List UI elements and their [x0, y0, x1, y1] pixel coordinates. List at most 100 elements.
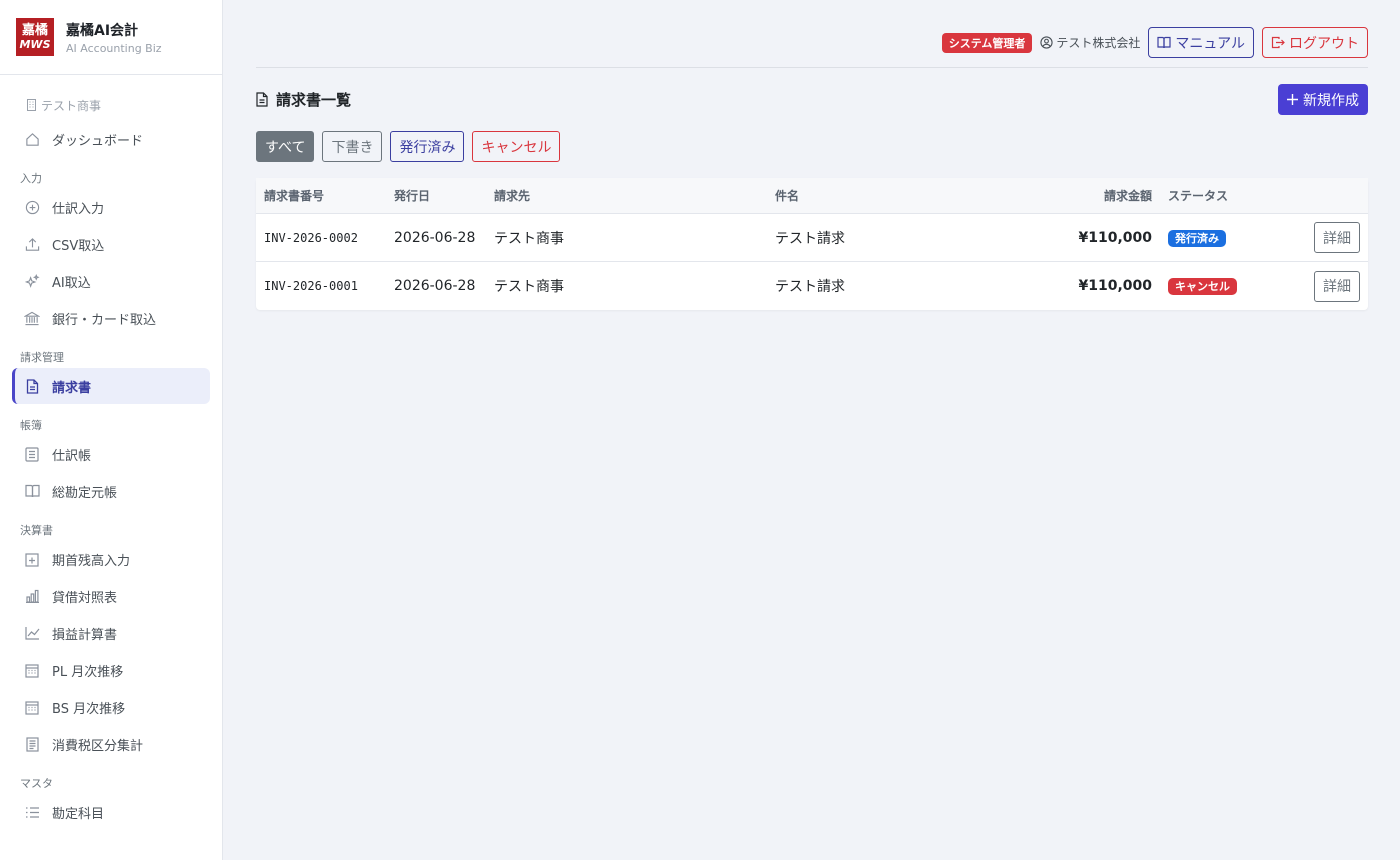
- sidebar-item[interactable]: 銀行・カード取込: [12, 300, 210, 336]
- sidebar-item-label: ダッシュボード: [52, 133, 144, 149]
- sidebar-item-label: 損益計算書: [52, 627, 118, 643]
- company-name: テスト商事: [0, 93, 222, 117]
- sidebar-section-label: 帳簿: [20, 419, 42, 432]
- filter-cancel[interactable]: キャンセル: [472, 131, 561, 162]
- invoice-date: 2026-06-28: [394, 229, 476, 246]
- calendar-icon: [24, 662, 40, 678]
- document-icon: [256, 92, 268, 107]
- sidebar-item[interactable]: BS 月次推移: [12, 689, 210, 725]
- sidebar-item[interactable]: ダッシュボード: [12, 121, 210, 157]
- table-row: INV-2026-0002 2026-06-28 テスト商事 テスト請求 ¥11…: [256, 214, 1368, 262]
- calendar-plus-icon: [24, 551, 40, 567]
- new-invoice-button[interactable]: 新規作成: [1278, 84, 1368, 115]
- sidebar-item[interactable]: 仕訳帳: [12, 436, 210, 472]
- sparkle-icon: [24, 273, 40, 289]
- bank-icon: [24, 310, 40, 326]
- invoice-client: テスト商事: [494, 230, 564, 247]
- brand[interactable]: 嘉橘 MWS 嘉橘AI会計 AI Accounting Biz: [0, 0, 222, 75]
- status-badge: 発行済み: [1168, 229, 1226, 247]
- home-icon: [24, 131, 40, 147]
- user-circle-icon: [1040, 36, 1054, 49]
- calendar-icon: [24, 699, 40, 715]
- page-title: 請求書一覧: [256, 89, 351, 110]
- document-icon: [24, 378, 40, 394]
- table-row: INV-2026-0001 2026-06-28 テスト商事 テスト請求 ¥11…: [256, 262, 1368, 310]
- sidebar-item-label: 仕訳帳: [52, 448, 92, 464]
- sidebar-section-label: 入力: [20, 172, 42, 185]
- topbar: システム管理者 テスト株式会社 マニュアル ログアウト: [256, 0, 1368, 68]
- invoice-subject: テスト請求: [775, 279, 845, 295]
- manual-button[interactable]: マニュアル: [1148, 27, 1254, 58]
- journal-icon: [24, 446, 40, 462]
- sidebar-item[interactable]: 勘定科目: [12, 794, 210, 830]
- sidebar-item-label: 仕訳入力: [52, 201, 105, 217]
- sidebar-item-label: 勘定科目: [52, 806, 105, 822]
- admin-badge: システム管理者: [941, 32, 1033, 53]
- invoice-amount: ¥110,000: [1078, 278, 1152, 294]
- filter-draft[interactable]: 下書き: [322, 131, 383, 162]
- sidebar-item-label: 消費税区分集計: [52, 738, 144, 754]
- bar-chart-icon: [24, 588, 40, 604]
- receipt-icon: [24, 736, 40, 752]
- sidebar-section-label: 決算書: [20, 524, 53, 537]
- sidebar-item[interactable]: AI取込: [12, 263, 210, 299]
- logout-icon: [1271, 36, 1285, 49]
- sidebar-section-label: マスタ: [20, 777, 53, 790]
- detail-button[interactable]: 詳細: [1314, 222, 1360, 253]
- sidebar-item[interactable]: 損益計算書: [12, 615, 210, 651]
- sidebar-item-label: BS 月次推移: [52, 701, 126, 717]
- sidebar-item[interactable]: PL 月次推移: [12, 652, 210, 688]
- invoice-table: 請求書番号 発行日 請求先 件名 請求金額 ステータス INV-2026-000…: [256, 178, 1368, 310]
- header-invoice-no: 請求書番号: [264, 189, 325, 203]
- invoice-no: INV-2026-0001: [264, 279, 358, 293]
- sidebar-item[interactable]: CSV取込: [12, 226, 210, 262]
- sidebar-item[interactable]: 期首残高入力: [12, 541, 210, 577]
- header-status: ステータス: [1168, 189, 1229, 203]
- sidebar-item[interactable]: 請求書: [12, 368, 210, 404]
- plus-icon: [1287, 94, 1298, 105]
- book-icon: [1157, 36, 1172, 49]
- brand-logo: 嘉橘 MWS: [16, 18, 54, 56]
- brand-name: 嘉橘AI会計: [66, 22, 139, 39]
- upload-icon: [24, 236, 40, 252]
- sidebar-item[interactable]: 仕訳入力: [12, 189, 210, 225]
- sidebar-item[interactable]: 消費税区分集計: [12, 726, 210, 762]
- detail-button[interactable]: 詳細: [1314, 270, 1360, 302]
- main-content: システム管理者 テスト株式会社 マニュアル ログアウト 請求書一覧 新規作成 す…: [224, 0, 1400, 860]
- header-client: 請求先: [494, 189, 531, 203]
- sidebar-item-label: PL 月次推移: [52, 664, 124, 680]
- sidebar-item-label: CSV取込: [52, 238, 105, 254]
- logout-button[interactable]: ログアウト: [1262, 27, 1368, 58]
- invoice-no: INV-2026-0002: [264, 230, 358, 245]
- user-info: テスト株式会社: [1040, 34, 1140, 51]
- sidebar: 嘉橘 MWS 嘉橘AI会計 AI Accounting Biz テスト商事 ダッ…: [0, 0, 223, 860]
- invoice-subject: テスト請求: [775, 230, 845, 247]
- book-icon: [24, 483, 40, 499]
- sidebar-item[interactable]: 総勘定元帳: [12, 473, 210, 509]
- sidebar-item-label: 貸借対照表: [52, 590, 118, 606]
- plus-circle-icon: [24, 199, 40, 215]
- table-header: 請求書番号 発行日 請求先 件名 請求金額 ステータス: [256, 178, 1368, 214]
- filter-all[interactable]: すべて: [256, 131, 315, 162]
- sidebar-item-label: 総勘定元帳: [52, 485, 118, 501]
- sidebar-item-label: 請求書: [52, 380, 92, 396]
- sidebar-item-label: AI取込: [52, 275, 91, 291]
- invoice-amount: ¥110,000: [1078, 229, 1152, 246]
- status-badge: キャンセル: [1168, 278, 1237, 295]
- sidebar-item-label: 銀行・カード取込: [52, 312, 157, 328]
- header-date: 発行日: [394, 189, 431, 203]
- building-icon: [27, 99, 36, 111]
- line-chart-icon: [24, 625, 40, 641]
- brand-subtitle: AI Accounting Biz: [66, 41, 162, 55]
- list-icon: [24, 804, 40, 820]
- status-filters: すべて 下書き 発行済み キャンセル: [256, 131, 561, 162]
- sidebar-item[interactable]: 貸借対照表: [12, 578, 210, 614]
- header-amount: 請求金額: [1103, 189, 1152, 203]
- sidebar-item-label: 期首残高入力: [52, 553, 131, 569]
- filter-issued[interactable]: 発行済み: [390, 131, 465, 162]
- header-subject: 件名: [775, 189, 800, 203]
- sidebar-section-label: 請求管理: [20, 351, 64, 364]
- invoice-date: 2026-06-28: [394, 278, 476, 294]
- page-header: 請求書一覧 新規作成: [256, 84, 1368, 115]
- sidebar-nav: ダッシュボード入力仕訳入力 CSV取込 AI取込銀行・カード取込請求管理請求書帳簿仕…: [0, 121, 222, 830]
